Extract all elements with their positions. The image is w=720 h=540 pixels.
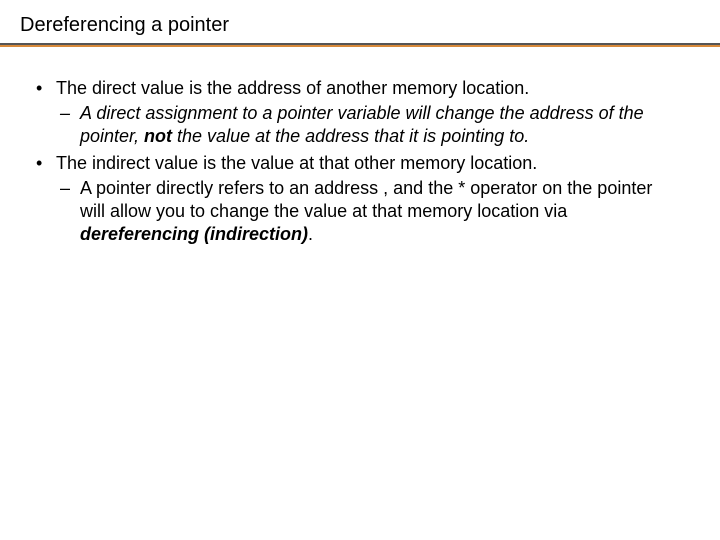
bullet-list: The direct value is the address of anoth… — [30, 77, 680, 246]
slide-title: Dereferencing a pointer — [0, 0, 720, 43]
bullet-1-text: The direct value is the address of anoth… — [56, 78, 529, 98]
bullet-1-sub: A direct assignment to a pointer variabl… — [56, 102, 680, 148]
bullet-2-sub: A pointer directly refers to an address … — [56, 177, 680, 246]
bullet-1-sub-run3: the value at the address that it is poin… — [172, 126, 529, 146]
bullet-1: The direct value is the address of anoth… — [30, 77, 680, 148]
bullet-2-text: The indirect value is the value at that … — [56, 153, 537, 173]
bullet-2-sublist: A pointer directly refers to an address … — [56, 177, 680, 246]
bullet-2-sub-run2: dereferencing (indirection) — [80, 224, 308, 244]
bullet-2: The indirect value is the value at that … — [30, 152, 680, 246]
bullet-2-sub-run1: A pointer directly refers to an address … — [80, 178, 652, 221]
slide-body: The direct value is the address of anoth… — [0, 47, 720, 246]
bullet-1-sub-run2: not — [144, 126, 172, 146]
bullet-1-sublist: A direct assignment to a pointer variabl… — [56, 102, 680, 148]
bullet-2-sub-run3: . — [308, 224, 313, 244]
slide: Dereferencing a pointer The direct value… — [0, 0, 720, 540]
